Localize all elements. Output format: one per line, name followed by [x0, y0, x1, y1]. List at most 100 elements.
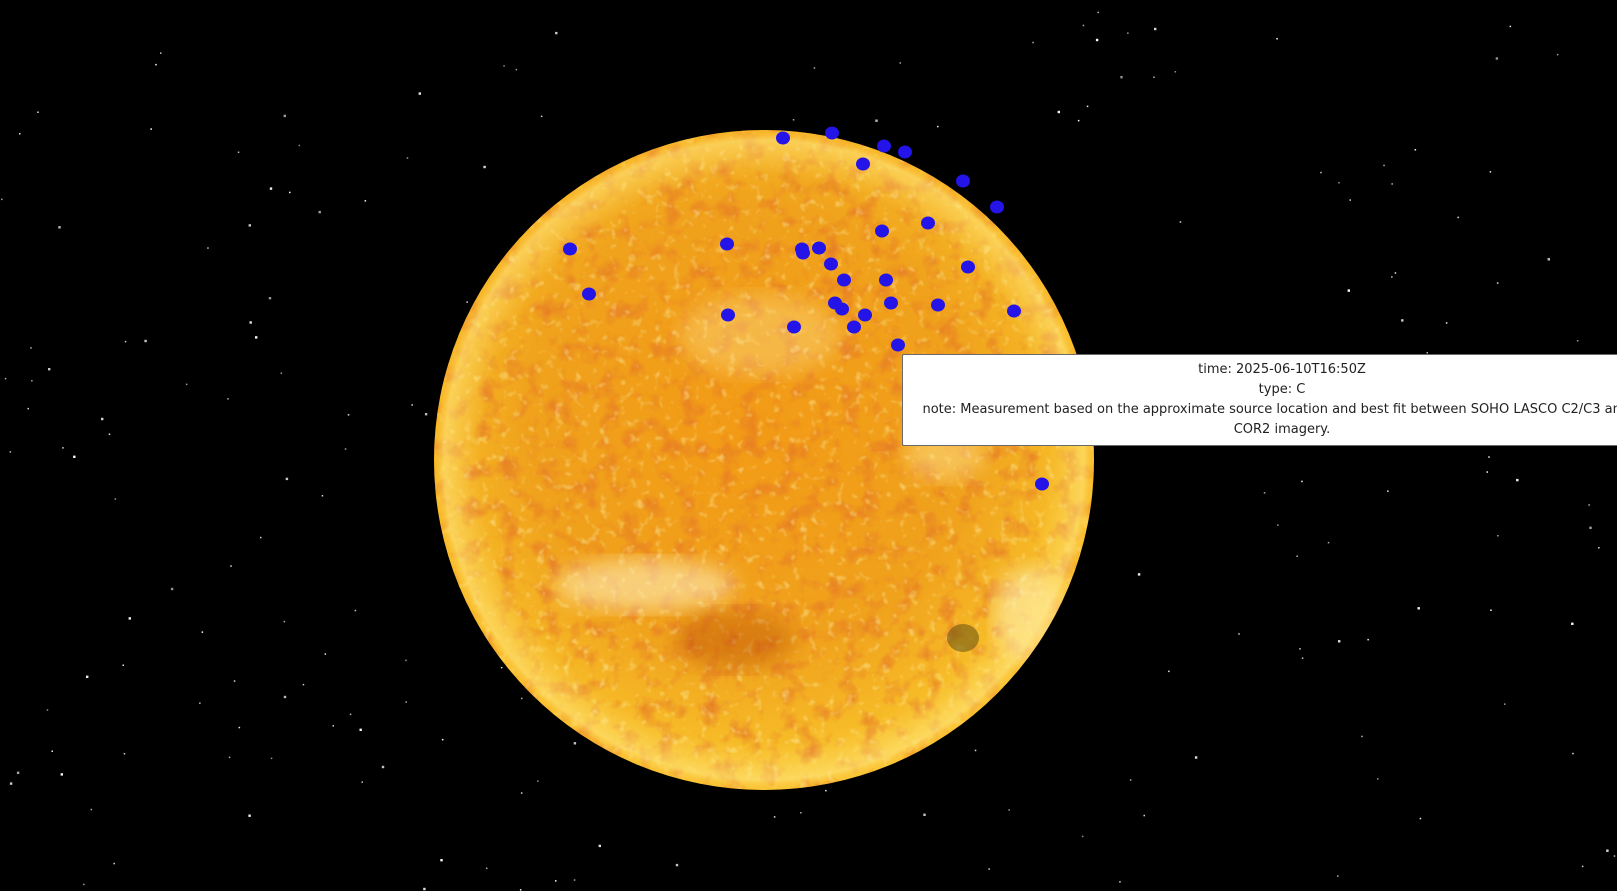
star	[1153, 76, 1155, 78]
star	[124, 340, 127, 343]
cme-event-marker[interactable]	[720, 237, 734, 251]
star	[280, 372, 283, 374]
star	[270, 757, 273, 760]
star	[361, 781, 363, 783]
cme-event-marker[interactable]	[961, 260, 975, 274]
cme-event-marker[interactable]	[1035, 477, 1049, 491]
cme-event-marker[interactable]	[787, 320, 801, 334]
cme-event-marker[interactable]	[956, 174, 970, 188]
star	[500, 666, 503, 669]
star	[114, 498, 117, 500]
star	[1238, 633, 1240, 635]
star	[269, 187, 273, 190]
star	[1367, 638, 1369, 641]
star	[1276, 38, 1278, 40]
cme-event-marker[interactable]	[824, 257, 838, 271]
star	[1179, 221, 1182, 223]
star	[423, 887, 426, 891]
star	[1296, 555, 1298, 557]
star	[48, 368, 51, 371]
cme-event-marker[interactable]	[563, 242, 577, 256]
cme-event-marker[interactable]	[856, 157, 870, 171]
cme-event-marker[interactable]	[898, 145, 912, 159]
cme-event-marker[interactable]	[858, 308, 872, 322]
star	[185, 383, 188, 386]
cme-event-marker[interactable]	[875, 224, 889, 238]
star	[1572, 752, 1574, 755]
cme-event-marker[interactable]	[796, 246, 810, 260]
cme-event-marker[interactable]	[931, 298, 945, 312]
cme-event-marker[interactable]	[835, 302, 849, 316]
star	[520, 792, 523, 794]
cme-event-marker[interactable]	[891, 338, 905, 352]
star	[101, 417, 104, 421]
star	[58, 226, 61, 229]
star	[573, 742, 577, 745]
star	[201, 631, 204, 633]
star	[1032, 41, 1034, 44]
star	[381, 765, 385, 769]
star	[792, 119, 795, 121]
cme-event-marker[interactable]	[877, 139, 891, 153]
star	[555, 31, 558, 35]
star	[875, 119, 878, 122]
cme-event-marker[interactable]	[812, 241, 826, 255]
cme-event-marker[interactable]	[776, 131, 790, 145]
cme-event-marker[interactable]	[990, 200, 1004, 214]
star	[227, 398, 229, 400]
star	[73, 455, 76, 458]
cme-event-marker[interactable]	[879, 273, 893, 287]
star	[302, 683, 305, 686]
star	[440, 859, 443, 862]
sun-viewer-viewport[interactable]: time: 2025-06-10T16:50Z type: C note: Me…	[0, 0, 1617, 891]
star	[899, 62, 901, 64]
star	[486, 867, 488, 870]
cme-event-marker[interactable]	[825, 126, 839, 140]
star	[1154, 27, 1157, 31]
star	[540, 115, 543, 118]
star	[364, 200, 367, 202]
star	[1489, 171, 1492, 173]
cme-event-marker[interactable]	[582, 287, 596, 301]
star	[1361, 735, 1363, 738]
star	[238, 726, 241, 729]
star	[298, 144, 301, 147]
star	[1394, 272, 1397, 274]
star	[324, 653, 327, 655]
star	[1598, 547, 1600, 549]
star	[406, 157, 409, 159]
star	[113, 862, 115, 865]
star	[521, 697, 523, 700]
star	[537, 780, 539, 782]
star	[1391, 276, 1393, 278]
star	[1495, 57, 1499, 60]
star	[1097, 11, 1099, 14]
star	[1497, 535, 1499, 537]
star	[1137, 573, 1141, 576]
star	[285, 477, 289, 481]
star	[46, 709, 49, 711]
star	[923, 813, 926, 816]
star	[1337, 875, 1339, 877]
cme-event-marker[interactable]	[721, 308, 735, 322]
star	[332, 725, 334, 727]
star	[1277, 524, 1279, 526]
cme-event-marker[interactable]	[921, 216, 935, 230]
star	[1516, 478, 1519, 482]
star	[1504, 703, 1506, 705]
star	[937, 125, 939, 128]
cme-event-marker[interactable]	[1007, 304, 1021, 318]
star	[466, 301, 468, 303]
cme-event-marker[interactable]	[884, 296, 898, 310]
star	[1556, 53, 1559, 56]
star	[248, 814, 251, 817]
cme-event-marker[interactable]	[847, 320, 861, 334]
star	[228, 756, 231, 759]
star	[260, 536, 262, 539]
star	[1081, 835, 1084, 838]
cme-event-marker[interactable]	[837, 273, 851, 287]
star	[1606, 849, 1609, 852]
star	[289, 191, 291, 194]
star	[170, 587, 174, 591]
star	[207, 247, 209, 249]
